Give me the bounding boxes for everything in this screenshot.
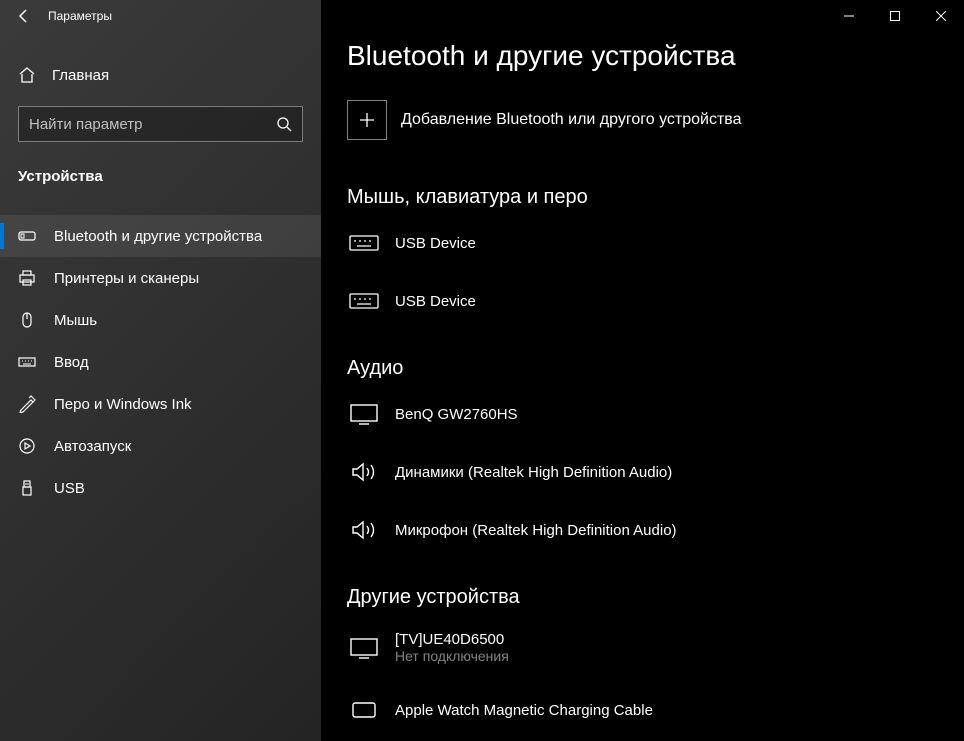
search-icon — [276, 116, 292, 132]
device-name: BenQ GW2760HS — [395, 406, 518, 423]
device-item[interactable]: [TV]UE40D6500Нет подключения — [347, 623, 938, 672]
nav-label: USB — [54, 480, 85, 497]
usb-icon — [18, 479, 36, 497]
device-name: USB Device — [395, 235, 476, 252]
pen-icon — [18, 395, 36, 413]
minimize-button[interactable] — [826, 0, 872, 32]
device-name: Микрофон (Realtek High Definition Audio) — [395, 522, 677, 539]
speaker-icon — [347, 460, 381, 484]
minimize-icon — [844, 11, 854, 21]
add-device-button[interactable]: Добавление Bluetooth или другого устройс… — [347, 100, 938, 140]
device-item[interactable]: Apple Watch Magnetic Charging Cable — [347, 690, 938, 730]
device-name: Динамики (Realtek High Definition Audio) — [395, 464, 672, 481]
nav-item-pen[interactable]: Перо и Windows Ink — [0, 383, 321, 425]
device-item[interactable]: USB Device — [347, 281, 938, 321]
nav-item-mouse[interactable]: Мышь — [0, 299, 321, 341]
autoplay-icon — [18, 437, 36, 455]
nav-label: Bluetooth и другие устройства — [54, 228, 262, 245]
keyboard-icon — [18, 353, 36, 371]
device-item[interactable]: Микрофон (Realtek High Definition Audio) — [347, 510, 938, 550]
device-icon — [347, 698, 381, 722]
search-input[interactable] — [29, 116, 276, 133]
speaker-icon — [347, 518, 381, 542]
printer-icon — [18, 269, 36, 287]
nav-label: Автозапуск — [54, 438, 131, 455]
keyboard-icon — [347, 231, 381, 255]
page-title: Bluetooth и другие устройства — [347, 40, 938, 72]
device-status: Нет подключения — [395, 648, 509, 664]
home-icon — [18, 66, 36, 84]
nav-label: Принтеры и сканеры — [54, 270, 199, 287]
bluetooth-icon — [18, 227, 36, 245]
nav-item-autoplay[interactable]: Автозапуск — [0, 425, 321, 467]
device-name: [TV]UE40D6500 — [395, 631, 509, 648]
section-audio-title: Аудио — [347, 357, 938, 380]
nav-label: Перо и Windows Ink — [54, 396, 192, 413]
device-item[interactable]: Динамики (Realtek High Definition Audio) — [347, 452, 938, 492]
nav-item-printer[interactable]: Принтеры и сканеры — [0, 257, 321, 299]
mouse-icon — [18, 311, 36, 329]
section-input-title: Мышь, клавиатура и перо — [347, 186, 938, 209]
device-name: USB Device — [395, 293, 476, 310]
section-other-title: Другие устройства — [347, 586, 938, 609]
nav-label: Ввод — [54, 354, 89, 371]
monitor-icon — [347, 402, 381, 426]
device-item[interactable]: USB Device — [347, 223, 938, 263]
maximize-button[interactable] — [872, 0, 918, 32]
device-name: Apple Watch Magnetic Charging Cable — [395, 702, 653, 719]
category-title: Устройства — [0, 154, 321, 195]
nav-item-usb[interactable]: USB — [0, 467, 321, 509]
add-device-label: Добавление Bluetooth или другого устройс… — [401, 111, 742, 129]
window-title: Параметры — [48, 9, 112, 23]
plus-icon — [347, 100, 387, 140]
maximize-icon — [890, 11, 900, 21]
close-icon — [936, 11, 946, 21]
close-button[interactable] — [918, 0, 964, 32]
nav-label: Мышь — [54, 312, 97, 329]
search-box[interactable] — [18, 106, 303, 142]
nav-item-bluetooth[interactable]: Bluetooth и другие устройства — [0, 215, 321, 257]
keyboard-icon — [347, 289, 381, 313]
back-button[interactable] — [8, 0, 40, 32]
nav-item-keyboard[interactable]: Ввод — [0, 341, 321, 383]
monitor-icon — [347, 636, 381, 660]
arrow-left-icon — [16, 8, 32, 24]
home-label: Главная — [52, 67, 109, 84]
home-link[interactable]: Главная — [0, 56, 321, 94]
device-item[interactable]: BenQ GW2760HS — [347, 394, 938, 434]
